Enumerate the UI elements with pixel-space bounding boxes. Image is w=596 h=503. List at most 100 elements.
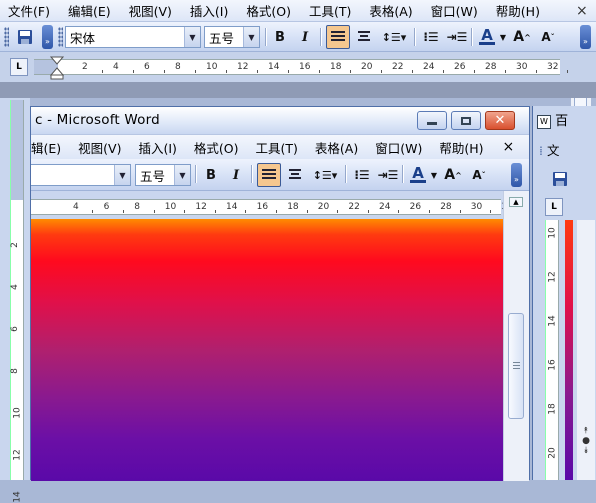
ruler-tick (566, 70, 568, 73)
font-color-button[interactable]: A (477, 25, 497, 47)
horizontal-ruler[interactable]: 468101214161820222426283032 (31, 199, 522, 215)
menu-file[interactable]: ⁞ 文 (539, 140, 559, 159)
document-close-icon[interactable]: × (503, 139, 515, 155)
close-window-button[interactable]: ✕ (485, 111, 515, 130)
ruler-number: 32 (547, 62, 559, 72)
third-vertical-scrollbar[interactable]: ⯭ ● ⯯ (577, 220, 595, 480)
chevron-down-icon[interactable]: ▼ (184, 27, 200, 47)
font-name-combo[interactable]: ▼ (31, 164, 131, 186)
ruler-number: 12 (237, 62, 249, 72)
third-word-window: W 百 ⁞ 文 L 10 12 14 16 18 20 ⯭ ● ⯯ (532, 106, 596, 480)
menu-view[interactable]: 视图(V) (78, 138, 121, 157)
toolbar-grip-icon[interactable] (58, 27, 63, 47)
align-justify-button[interactable] (326, 25, 350, 49)
toolbar-options-chevron-icon[interactable]: » (580, 25, 591, 49)
font-name-value: 宋体 (70, 30, 96, 46)
inner-title-bar[interactable]: c - Microsoft Word ✕ (31, 107, 529, 135)
toolbar-options-chevron-icon[interactable]: » (42, 25, 53, 49)
line-spacing-button[interactable]: ↕☰▾ (309, 164, 341, 186)
gradient-shape[interactable] (31, 219, 503, 481)
align-center-button[interactable] (353, 26, 375, 48)
menu-tools[interactable]: 工具(T) (309, 1, 351, 20)
grow-font-button[interactable]: A ^ (442, 164, 464, 186)
inner-vertical-scrollbar[interactable]: ▲ (503, 191, 529, 481)
toolbar-options-chevron-icon[interactable]: » (511, 163, 522, 187)
toolbar-grip-icon[interactable] (4, 27, 9, 47)
bold-button[interactable]: B (270, 26, 290, 48)
document-close-icon[interactable]: × (576, 3, 588, 19)
menu-file[interactable]: 文件(F) (8, 1, 50, 20)
align-justify-button[interactable] (257, 163, 281, 187)
menu-help[interactable]: 帮助(H) (496, 1, 540, 20)
save-button[interactable] (549, 168, 571, 190)
scrollbar-thumb[interactable] (508, 313, 524, 419)
ruler-number: 28 (485, 62, 497, 72)
scroll-up-icon[interactable]: ▲ (509, 197, 523, 207)
next-page-icon[interactable]: ⯯ (579, 446, 593, 456)
grow-font-button[interactable]: A ^ (511, 26, 533, 48)
italic-button[interactable]: I (295, 26, 315, 48)
menu-insert[interactable]: 插入(I) (138, 138, 176, 157)
line-spacing-button[interactable]: ↕☰▾ (378, 26, 410, 48)
restore-button[interactable] (451, 111, 481, 130)
chevron-down-icon[interactable]: ▼ (498, 26, 508, 48)
menu-table[interactable]: 表格(A) (369, 1, 412, 20)
shrink-font-button[interactable]: Aˇ (468, 164, 490, 186)
toolbar-separator (265, 28, 266, 46)
chevron-down-icon[interactable]: ▼ (243, 27, 259, 47)
shrink-font-button[interactable]: Aˇ (537, 26, 559, 48)
previous-page-icon[interactable]: ⯭ (579, 426, 593, 436)
menu-tools[interactable]: 工具(T) (256, 138, 298, 157)
tab-stop-selector[interactable]: L (10, 58, 28, 76)
horizontal-ruler[interactable]: 2 4 6 8 10 12 14 16 18 20 22 24 26 28 30 32 (34, 56, 568, 80)
bold-button[interactable]: B (201, 164, 221, 186)
outer-vertical-ruler[interactable]: 2 4 6 8 10 12 14 (10, 100, 24, 503)
menu-help[interactable]: 帮助(H) (439, 138, 483, 157)
align-center-button[interactable] (284, 164, 306, 186)
font-size-value: 五号 (140, 168, 166, 184)
ruler-tick (287, 70, 289, 73)
indent-button[interactable]: ⇥☰ (446, 26, 468, 48)
menu-edit[interactable]: 辑(E) (31, 138, 61, 157)
outer-ruler-row: L 2 4 6 8 10 12 14 16 18 20 22 24 26 28 30 32 (0, 52, 596, 82)
menu-edit[interactable]: 编辑(E) (68, 1, 111, 20)
ruler-number: 14 (268, 62, 280, 72)
menu-table[interactable]: 表格(A) (315, 138, 358, 157)
ruler-tick (442, 70, 444, 73)
menu-window[interactable]: 窗口(W) (375, 138, 422, 157)
chevron-down-icon[interactable]: ▼ (114, 165, 130, 185)
ruler-tick (101, 70, 103, 73)
menu-window[interactable]: 窗口(W) (431, 1, 478, 20)
restore-icon (461, 116, 471, 125)
tab-stop-selector[interactable]: L (545, 198, 563, 216)
ruler-number: 30 (516, 62, 528, 72)
bullets-button[interactable]: ⁝☰ (420, 26, 442, 48)
third-vertical-ruler[interactable]: 10 12 14 16 18 20 (545, 220, 559, 480)
italic-button[interactable]: I (226, 164, 246, 186)
ruler-number: 12 (547, 271, 558, 283)
menu-format[interactable]: 格式(O) (246, 1, 291, 20)
chevron-down-icon[interactable]: ▼ (174, 165, 190, 185)
chevron-down-icon[interactable]: ▼ (429, 164, 439, 186)
save-icon (553, 172, 567, 186)
ruler-tick (245, 210, 247, 213)
font-size-combo[interactable]: 五号 ▼ (204, 26, 260, 48)
menu-view[interactable]: 视图(V) (129, 1, 172, 20)
window-title: c - Microsoft Word (35, 112, 160, 128)
font-color-button[interactable]: A (408, 163, 428, 185)
menu-format[interactable]: 格式(O) (194, 138, 239, 157)
font-size-combo[interactable]: 五号 ▼ (135, 164, 191, 186)
line-spacing-icon: ↕☰▾ (381, 30, 407, 44)
save-button[interactable] (14, 26, 36, 48)
minimize-button[interactable] (417, 111, 447, 130)
select-browse-object-icon[interactable]: ● (579, 436, 593, 446)
indent-button[interactable]: ⇥☰ (377, 164, 399, 186)
bullets-button[interactable]: ⁝☰ (351, 164, 373, 186)
third-window-title[interactable]: W 百 (537, 110, 568, 129)
menu-insert[interactable]: 插入(I) (190, 1, 228, 20)
ruler-tick (459, 210, 461, 213)
indent-marker-icon[interactable] (50, 56, 64, 80)
ruler-tick (306, 210, 308, 213)
workspace-background (0, 82, 596, 98)
font-name-combo[interactable]: 宋体 ▼ (65, 26, 201, 48)
